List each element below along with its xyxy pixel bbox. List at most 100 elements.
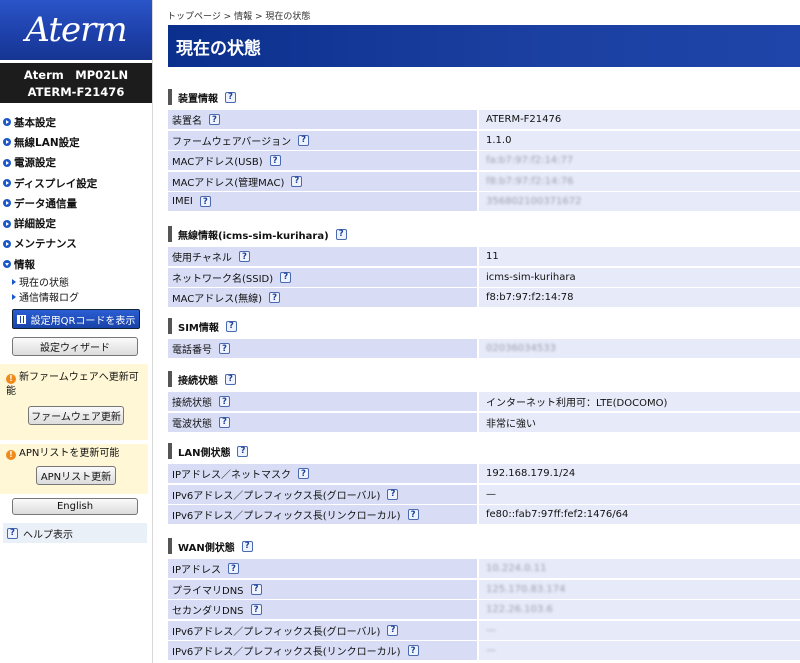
help-icon[interactable]: ?: [219, 396, 230, 407]
sidebar: Aterm Aterm MP02LN ATERM-F21476 基本設定 無線LA…: [0, 0, 153, 663]
nav-item-7[interactable]: 情報: [0, 254, 152, 274]
nav-subitem-label: 現在の状態: [19, 278, 69, 290]
english-button[interactable]: English: [12, 498, 138, 515]
help-icon[interactable]: ?: [209, 114, 220, 125]
triangle-right-icon: [12, 278, 16, 285]
section-title: LAN側状態?: [168, 443, 800, 459]
row-value: fa:b7:97:f2:14:77: [479, 151, 800, 170]
row-value: f8:b7:97:f2:14:78: [479, 288, 800, 307]
chevron-right-icon: [3, 239, 11, 248]
help-icon[interactable]: ?: [250, 604, 262, 615]
row-label-text: IMEI: [172, 196, 193, 207]
help-icon[interactable]: ?: [241, 540, 253, 552]
nav-item-3[interactable]: ディスプレイ設定: [0, 173, 152, 193]
nav-item-label: 無線LAN設定: [14, 136, 80, 149]
help-icon[interactable]: ?: [219, 343, 230, 354]
row-value-text: fe80::fab7:97ff:fef2:1476/64: [486, 509, 629, 520]
row-label-text: ネットワーク名(SSID): [172, 273, 274, 285]
help-icon[interactable]: ?: [335, 228, 347, 240]
chevron-right-icon: [3, 118, 11, 127]
help-icon[interactable]: ?: [199, 196, 211, 207]
row-value: f8:b7:97:f2:14:76: [479, 171, 800, 191]
help-icon[interactable]: ?: [238, 251, 250, 262]
row-value-text: 125.170.83.174: [486, 583, 566, 595]
help-icon[interactable]: ?: [225, 320, 237, 332]
table-row: IPv6アドレス／プレフィックス長(リンクローカル)? —: [168, 641, 800, 660]
nav-subitem-1[interactable]: 通信情報ログ: [0, 289, 152, 304]
row-value-text: ATERM-F21476: [486, 114, 562, 125]
row-label-text: IPアドレス: [172, 565, 221, 576]
chevron-down-icon: [3, 260, 11, 269]
row-value: 11: [479, 247, 800, 266]
help-icon[interactable]: ?: [280, 271, 292, 283]
help-icon[interactable]: ?: [291, 175, 303, 187]
nav-item-4[interactable]: データ通信量: [0, 193, 152, 213]
row-label-text: IPv6アドレス／プレフィックス長(リンクローカル): [172, 511, 401, 522]
row-value: 1.1.0: [479, 130, 800, 150]
apn-update-button[interactable]: APNリスト更新: [36, 466, 116, 485]
row-value: icms-sim-kurihara: [479, 267, 800, 287]
firmware-update-button[interactable]: ファームウェア更新: [28, 406, 124, 425]
help-icon[interactable]: ?: [237, 445, 249, 457]
help-icon[interactable]: ?: [227, 563, 239, 574]
row-label-text: 電波状態: [172, 418, 212, 430]
help-display-label: ヘルプ表示: [23, 529, 73, 541]
row-value-text: f8:b7:97:f2:14:76: [486, 175, 574, 187]
help-display-link[interactable]: ? ヘルプ表示: [3, 523, 147, 543]
row-value: 非常に強い: [479, 412, 800, 432]
row-value-text: 192.168.179.1/24: [486, 468, 576, 479]
row-label: IPアドレス?: [168, 559, 477, 578]
chevron-right-icon: [3, 179, 11, 188]
section-title-text: WAN側状態: [178, 542, 235, 554]
table-row: ネットワーク名(SSID)? icms-sim-kurihara: [168, 267, 800, 287]
row-value: 122.26.103.6: [479, 600, 800, 619]
table-row: 使用チャネル? 11: [168, 247, 800, 266]
triangle-right-icon: [12, 293, 16, 300]
help-icon[interactable]: ?: [250, 583, 262, 595]
nav-subitem-label: 通信情報ログ: [19, 293, 79, 305]
firmware-notice-text: 新ファームウェアへ更新可能: [6, 372, 139, 397]
help-icon[interactable]: ?: [225, 373, 236, 385]
help-icon[interactable]: ?: [407, 645, 419, 656]
row-label: 使用チャネル?: [168, 247, 477, 266]
row-label-text: プライマリDNS: [172, 585, 244, 597]
help-icon[interactable]: ?: [298, 134, 310, 146]
nav-item-2[interactable]: 電源設定: [0, 153, 152, 173]
help-icon[interactable]: ?: [269, 155, 281, 166]
setup-wizard-button[interactable]: 設定ウィザード: [12, 337, 138, 356]
help-icon[interactable]: ?: [225, 91, 236, 103]
model-name: Aterm MP02LN: [23, 68, 129, 82]
nav-item-0[interactable]: 基本設定: [0, 112, 152, 132]
chevron-right-icon: [3, 219, 11, 228]
help-icon[interactable]: ?: [269, 292, 281, 303]
help-icon[interactable]: ?: [387, 624, 399, 636]
section-title-text: LAN側状態: [178, 447, 231, 459]
help-icon[interactable]: ?: [297, 468, 309, 479]
row-value: fe80::fab7:97ff:fef2:1476/64: [479, 505, 800, 524]
row-label-text: IPアドレス／ネットマスク: [172, 470, 291, 481]
section-5: WAN側状態? IPアドレス? 10.224.0.11 プライマリDNS? 125.17…: [168, 538, 800, 660]
nav-item-1[interactable]: 無線LAN設定: [0, 132, 152, 152]
row-label: セカンダリDNS?: [168, 600, 477, 619]
table-row: 電波状態? 非常に強い: [168, 412, 800, 432]
nav-item-label: 詳細設定: [14, 218, 56, 231]
help-icon[interactable]: ?: [219, 416, 230, 428]
section-title-text: 接続状態: [178, 375, 218, 387]
nav-item-5[interactable]: 詳細設定: [0, 213, 152, 233]
row-label-text: IPv6アドレス／プレフィックス長(グローバル): [172, 626, 381, 638]
device-model-box: Aterm MP02LN ATERM-F21476: [0, 63, 152, 103]
table-row: MACアドレス(管理MAC)? f8:b7:97:f2:14:76: [168, 171, 800, 191]
row-label: 電波状態?: [168, 412, 477, 432]
table-row: IPアドレス／ネットマスク? 192.168.179.1/24: [168, 464, 800, 483]
section-title-text: 無線情報(icms-sim-kurihara): [178, 230, 329, 242]
row-label: IPv6アドレス／プレフィックス長(グローバル)?: [168, 620, 477, 640]
row-label-text: 接続状態: [172, 398, 212, 409]
row-value-text: 122.26.103.6: [486, 604, 553, 615]
nav-subitem-0[interactable]: 現在の状態: [0, 274, 152, 289]
row-value: —: [479, 641, 800, 660]
help-icon[interactable]: ?: [387, 488, 399, 500]
help-icon[interactable]: ?: [407, 509, 419, 520]
nav-item-6[interactable]: メンテナンス: [0, 234, 152, 254]
section-3: 接続状態? 接続状態? インターネット利用可：LTE(DOCOMO) 電波状態? 非常に…: [168, 371, 800, 432]
qr-code-button[interactable]: 設定用QRコードを表示: [12, 309, 140, 329]
